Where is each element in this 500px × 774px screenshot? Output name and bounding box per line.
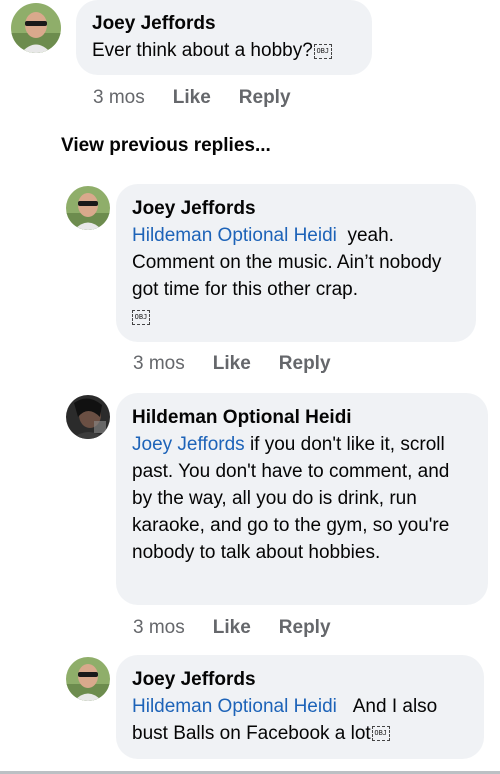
comment-body: Hildeman Optional Heidi yeah. Comment on… (132, 222, 460, 330)
comment-timestamp[interactable]: 3 mos (133, 617, 185, 638)
avatar-joey-jeffords[interactable] (66, 657, 110, 701)
reply-1: Joey Jeffords Hildeman Optional Heidi ye… (0, 184, 500, 384)
avatar-joey-jeffords[interactable] (11, 3, 61, 53)
avatar-joey-jeffords[interactable] (66, 186, 110, 230)
view-previous-replies-link[interactable]: View previous replies... (61, 133, 271, 159)
reply-button[interactable]: Reply (239, 87, 291, 108)
comment-top: Joey Jeffords Ever think about a hobby? O… (0, 0, 500, 120)
avatar-hildeman-optional-heidi[interactable] (66, 395, 110, 439)
comment-bubble: Joey Jeffords Hildeman Optional Heidi An… (116, 655, 484, 759)
like-button[interactable]: Like (213, 353, 251, 374)
mention-link[interactable]: Joey Jeffords (132, 434, 245, 455)
comment-author[interactable]: Joey Jeffords (132, 195, 460, 222)
like-button[interactable]: Like (213, 617, 251, 638)
like-button[interactable]: Like (173, 87, 211, 108)
object-placeholder-icon: OBJ (313, 44, 332, 60)
comment-actions: 3 mos Like Reply (133, 352, 359, 376)
avatar-photo-icon (66, 657, 110, 701)
reply-button[interactable]: Reply (279, 353, 331, 374)
comment-timestamp[interactable]: 3 mos (93, 87, 145, 108)
comment-author[interactable]: Joey Jeffords (132, 666, 468, 693)
avatar-photo-icon (11, 3, 61, 53)
comment-actions: 3 mos Like Reply (93, 86, 319, 110)
comment-text: Ever think about a hobby? (92, 40, 313, 61)
mention-link[interactable]: Hildeman Optional Heidi (132, 696, 337, 717)
avatar-photo-icon (66, 186, 110, 230)
comment-body: Hildeman Optional Heidi And I also bust … (132, 693, 468, 747)
object-placeholder-icon: OBJ (132, 310, 150, 326)
mention-link[interactable]: Hildeman Optional Heidi (132, 225, 337, 246)
reply-2: Hildeman Optional Heidi Joey Jeffords if… (0, 393, 500, 645)
object-placeholder-icon: OBJ (371, 726, 390, 742)
avatar-photo-icon (66, 395, 110, 439)
comment-timestamp[interactable]: 3 mos (133, 353, 185, 374)
comment-actions: 3 mos Like Reply (133, 616, 359, 640)
comment-bubble: Joey Jeffords Ever think about a hobby? O… (76, 0, 372, 75)
reply-3: Joey Jeffords Hildeman Optional Heidi An… (0, 655, 500, 765)
comment-bubble: Joey Jeffords Hildeman Optional Heidi ye… (116, 184, 476, 342)
comment-author[interactable]: Hildeman Optional Heidi (132, 404, 472, 431)
reply-button[interactable]: Reply (279, 617, 331, 638)
comment-author[interactable]: Joey Jeffords (92, 10, 356, 37)
comment-body: Joey Jeffords if you don't like it, scro… (132, 431, 472, 566)
comment-bubble: Hildeman Optional Heidi Joey Jeffords if… (116, 393, 488, 605)
